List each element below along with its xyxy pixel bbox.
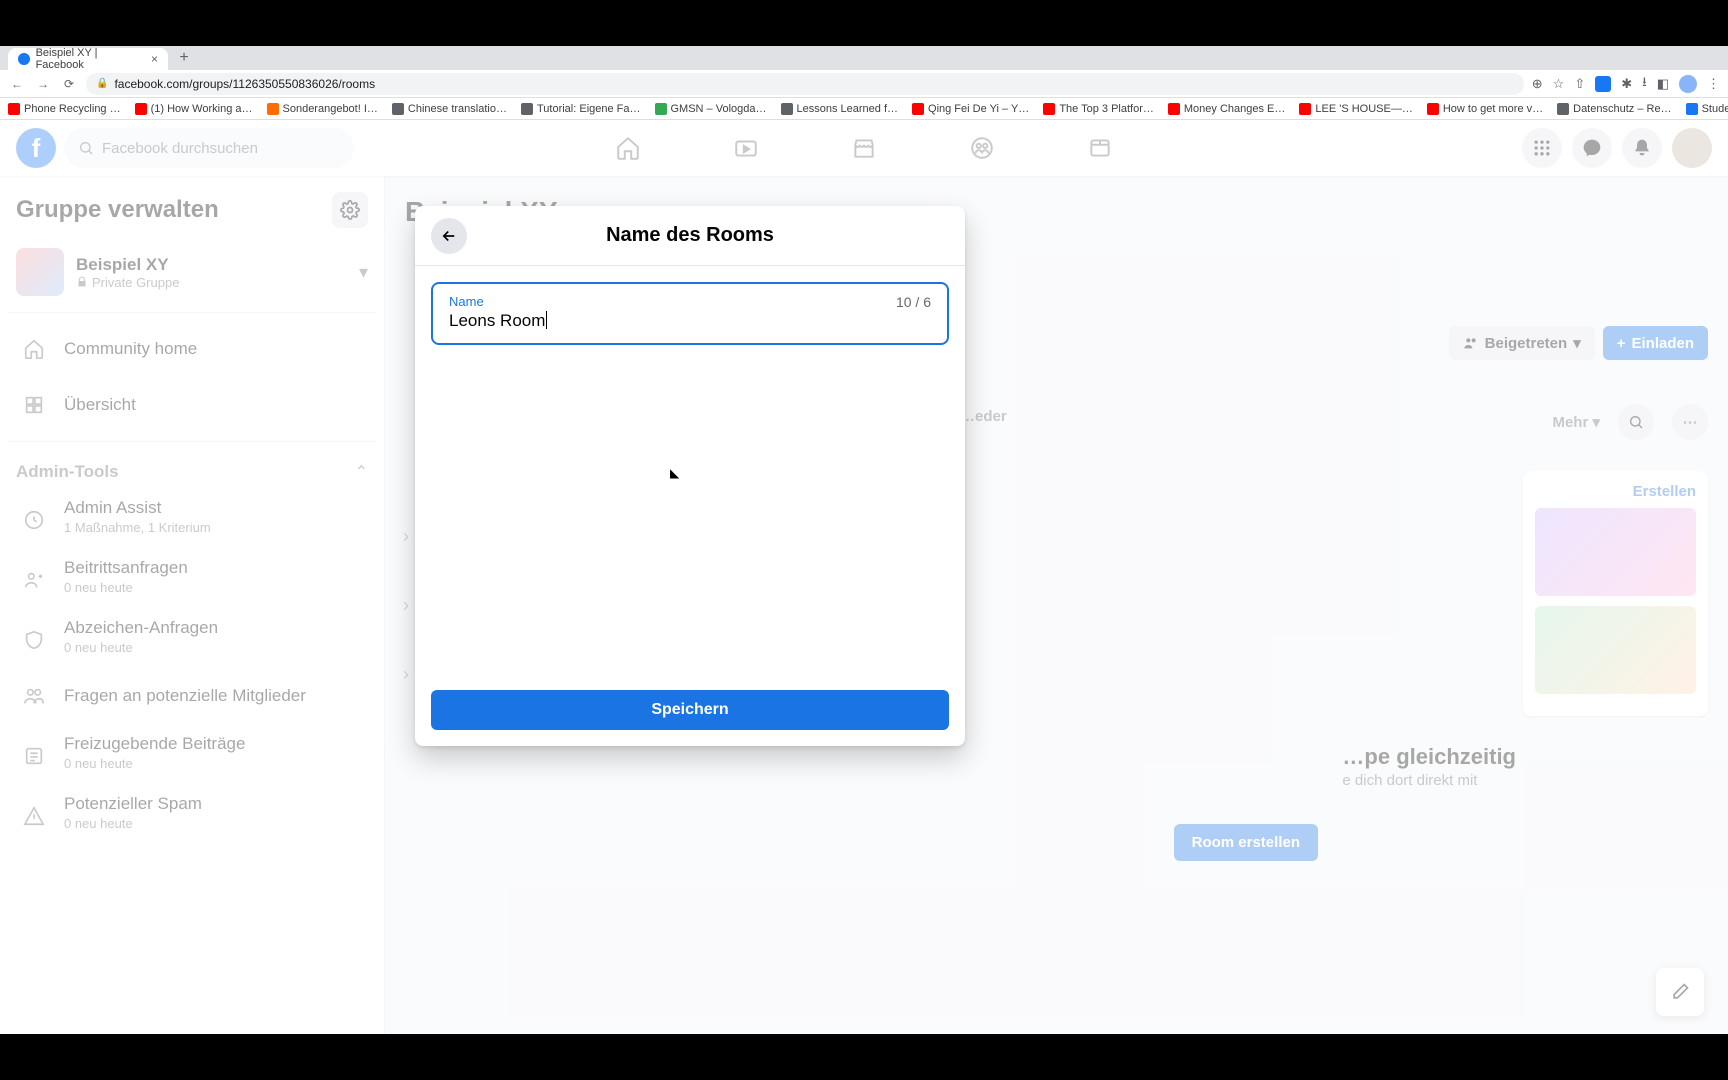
- extensions-icon[interactable]: ✱: [1621, 76, 1632, 92]
- bookmark-favicon: [781, 103, 793, 115]
- reload-icon[interactable]: ⟳: [60, 75, 78, 93]
- bookmark-favicon: [1427, 103, 1439, 115]
- modal-body: Name 10 / 6 Leons Room: [415, 266, 965, 674]
- bookmark-label: (1) How Working a…: [151, 103, 253, 115]
- bookmark-item[interactable]: Tutorial: Eigene Fa…: [521, 103, 641, 115]
- facebook-app: f Facebook durchsuchen: [0, 120, 1728, 1034]
- bookmark-item[interactable]: The Top 3 Platfor…: [1043, 103, 1154, 115]
- bookmark-favicon: [1299, 103, 1311, 115]
- bookmark-item[interactable]: Sonderangebot! I…: [267, 103, 378, 115]
- bookmark-label: Sonderangebot! I…: [283, 103, 378, 115]
- bookmark-item[interactable]: Lessons Learned f…: [781, 103, 899, 115]
- bookmark-favicon: [1043, 103, 1055, 115]
- bookmark-item[interactable]: Money Changes E…: [1168, 103, 1286, 115]
- browser-frame: Beispiel XY | Facebook × + ← → ⟳ 🔒 faceb…: [0, 46, 1728, 1034]
- arrow-left-icon: [440, 227, 458, 245]
- new-tab-button[interactable]: +: [174, 48, 194, 68]
- toolbar-right-icons: ⊕ ☆ ⇧ ✱ ⭳ ◧ ⋮: [1532, 73, 1720, 95]
- browser-toolbar: ← → ⟳ 🔒 facebook.com/groups/112635055083…: [0, 70, 1728, 98]
- facebook-favicon: [18, 53, 30, 65]
- bookmark-label: Qing Fei De Yi – Y…: [928, 103, 1029, 115]
- room-name-field[interactable]: Name 10 / 6 Leons Room: [431, 282, 949, 345]
- bookmark-item[interactable]: Student Wants an…: [1686, 103, 1728, 115]
- bookmark-favicon: [521, 103, 533, 115]
- browser-tab-strip: Beispiel XY | Facebook × +: [0, 46, 1728, 70]
- text-cursor: [546, 311, 547, 329]
- bookmark-favicon: [1557, 103, 1569, 115]
- share-icon[interactable]: ⇧: [1574, 76, 1585, 92]
- bookmark-item[interactable]: Phone Recycling …: [8, 103, 121, 115]
- bookmark-label: Money Changes E…: [1184, 103, 1286, 115]
- bookmark-label: LEE 'S HOUSE—…: [1315, 103, 1412, 115]
- bookmark-label: GMSN – Vologda…: [671, 103, 767, 115]
- bookmark-item[interactable]: How to get more v…: [1427, 103, 1543, 115]
- bookmark-favicon: [1168, 103, 1180, 115]
- room-name-value: Leons Room: [449, 311, 545, 331]
- bookmark-item[interactable]: Qing Fei De Yi – Y…: [912, 103, 1029, 115]
- bookmark-label: Tutorial: Eigene Fa…: [537, 103, 641, 115]
- bookmark-label: Chinese translatio…: [408, 103, 507, 115]
- browser-tab[interactable]: Beispiel XY | Facebook ×: [8, 48, 168, 70]
- bookmark-favicon: [1686, 103, 1698, 115]
- bookmark-label: Lessons Learned f…: [797, 103, 899, 115]
- room-name-modal: Name des Rooms Name 10 / 6 Leons Room ◣ …: [415, 206, 965, 746]
- bookmarks-bar: Phone Recycling … (1) How Working a… Sonde…: [0, 98, 1728, 120]
- bookmark-label: The Top 3 Platfor…: [1059, 103, 1154, 115]
- bookmark-favicon: [267, 103, 279, 115]
- char-count: 10 / 6: [896, 294, 931, 310]
- modal-title: Name des Rooms: [606, 224, 774, 247]
- close-icon[interactable]: ×: [151, 52, 158, 66]
- save-button[interactable]: Speichern: [431, 690, 949, 730]
- back-icon[interactable]: ←: [8, 75, 26, 93]
- forward-icon[interactable]: →: [34, 75, 52, 93]
- bookmark-item[interactable]: Datenschutz – Re…: [1557, 103, 1671, 115]
- bookmark-favicon: [8, 103, 20, 115]
- bookmark-label: Phone Recycling …: [24, 103, 121, 115]
- field-label: Name: [449, 294, 931, 309]
- bookmark-item[interactable]: (1) How Working a…: [135, 103, 253, 115]
- zoom-icon[interactable]: ⊕: [1532, 76, 1543, 92]
- star-icon[interactable]: ☆: [1553, 76, 1565, 92]
- bookmark-item[interactable]: GMSN – Vologda…: [655, 103, 767, 115]
- back-button[interactable]: [431, 218, 467, 254]
- bookmark-favicon: [655, 103, 667, 115]
- modal-footer: Speichern: [415, 674, 965, 746]
- sidepanel-icon[interactable]: ◧: [1657, 76, 1669, 92]
- url-input[interactable]: 🔒 facebook.com/groups/1126350550836026/r…: [86, 73, 1524, 95]
- bookmark-label: Student Wants an…: [1702, 103, 1728, 115]
- download-icon[interactable]: ⭳: [1642, 73, 1647, 95]
- bookmark-favicon: [912, 103, 924, 115]
- bookmark-label: Datenschutz – Re…: [1573, 103, 1671, 115]
- bookmark-item[interactable]: Chinese translatio…: [392, 103, 507, 115]
- profile-avatar-icon[interactable]: [1679, 75, 1697, 93]
- bookmark-label: How to get more v…: [1443, 103, 1543, 115]
- menu-icon[interactable]: ⋮: [1707, 76, 1720, 92]
- tab-title: Beispiel XY | Facebook: [36, 47, 145, 71]
- url-text: facebook.com/groups/1126350550836026/roo…: [114, 77, 375, 91]
- bookmark-favicon: [392, 103, 404, 115]
- bookmark-favicon: [135, 103, 147, 115]
- modal-header: Name des Rooms: [415, 206, 965, 266]
- bookmark-item[interactable]: LEE 'S HOUSE—…: [1299, 103, 1412, 115]
- lock-icon: 🔒: [96, 78, 108, 89]
- extension-icon[interactable]: [1595, 76, 1611, 92]
